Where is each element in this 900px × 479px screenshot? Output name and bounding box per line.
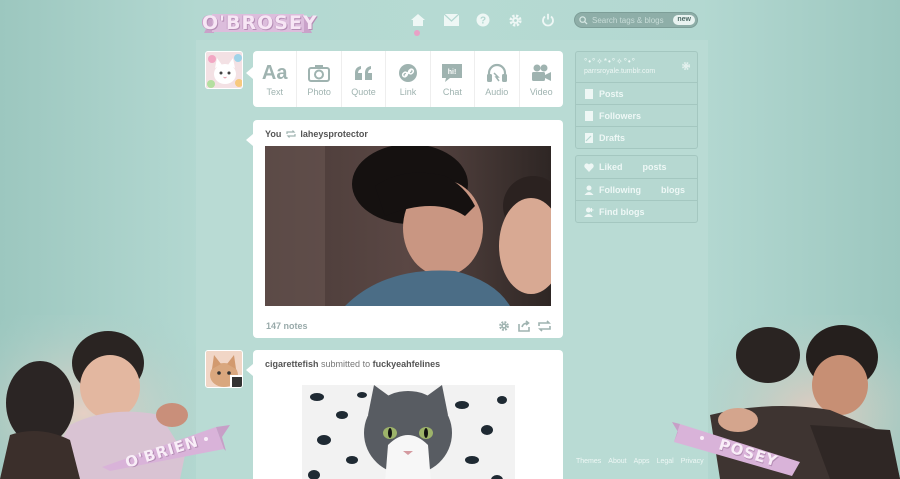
video-icon — [532, 64, 552, 81]
quote-icon — [354, 66, 372, 80]
post-author-avatar[interactable] — [205, 350, 243, 388]
post-type-text[interactable]: Aa Text — [253, 51, 298, 107]
post-photo[interactable] — [265, 146, 551, 306]
post-type-photo[interactable]: Photo — [297, 51, 342, 107]
post-type-link[interactable]: Link — [386, 51, 431, 107]
post-type-audio[interactable]: Audio — [475, 51, 520, 107]
search-input[interactable] — [592, 15, 676, 25]
footer-link-apps[interactable]: Apps — [634, 458, 650, 465]
reblog-icon — [286, 130, 296, 138]
gear-icon[interactable] — [505, 11, 525, 29]
post-controls — [498, 320, 551, 332]
document-icon — [584, 132, 594, 143]
sidebar-item-label: Drafts — [599, 132, 626, 143]
user-avatar[interactable] — [205, 51, 243, 89]
home-icon[interactable] — [408, 11, 428, 29]
blog-url: parrsroyale.tumblr.com — [584, 68, 656, 75]
sidebar-item-following[interactable]: Following blogs — [576, 178, 697, 200]
sidebar-item-label: Posts — [599, 88, 624, 99]
account-menu: Liked posts Following blogs Find blogs — [575, 155, 698, 223]
post-type-label: Chat — [442, 87, 462, 97]
post-type-label: Text — [266, 87, 283, 97]
sidebar-item-label: Followers — [599, 110, 642, 121]
sidebar-item-suffix: blogs — [661, 184, 685, 195]
mail-icon[interactable] — [441, 11, 461, 29]
post-type-label: Link — [399, 87, 417, 97]
post-photo[interactable] — [302, 385, 515, 479]
gear-icon[interactable] — [681, 61, 691, 71]
blog-name: °•°✧*•°✧°•° — [584, 57, 636, 66]
post-type-label: Video — [529, 87, 553, 97]
post-connector: submitted to — [321, 359, 371, 369]
post-type-bar: Aa Text Photo Quote Link hi! Chat Audio … — [246, 51, 563, 107]
svg-text:hi!: hi! — [448, 69, 457, 76]
logo[interactable]: O'BROSEY — [202, 9, 318, 37]
blog-menu: °•°✧*•°✧°•° parrsroyale.tumblr.com Posts… — [575, 51, 698, 149]
sidebar-item-liked[interactable]: Liked posts — [576, 156, 697, 178]
sidebar-item-label: Liked — [599, 162, 623, 172]
new-badge: new — [673, 15, 695, 25]
camera-icon — [308, 65, 331, 82]
sidebar-item-posts[interactable]: Posts — [576, 82, 697, 104]
reblog-source[interactable]: laheysprotector — [300, 129, 368, 139]
heart-icon — [584, 162, 594, 172]
active-indicator — [414, 30, 420, 36]
sidebar-item-label: Following — [599, 184, 641, 195]
post-type-label: Quote — [351, 87, 376, 97]
post-target-blog[interactable]: fuckyeahfelines — [373, 359, 441, 369]
post-header: cigarettefish submitted to fuckyeahfelin… — [265, 359, 440, 369]
link-icon — [398, 64, 417, 82]
logo-text: O'BROSEY — [202, 12, 318, 34]
help-icon[interactable]: ? — [473, 11, 493, 29]
text-icon: Aa — [261, 61, 288, 84]
document-icon — [584, 110, 594, 121]
search-bar[interactable]: new — [574, 12, 698, 28]
sidebar-item-suffix: posts — [642, 162, 667, 172]
post-type-quote[interactable]: Quote — [342, 51, 387, 107]
post-type-video[interactable]: Video — [520, 51, 563, 107]
sidebar-item-find-blogs[interactable]: Find blogs — [576, 200, 697, 222]
sidebar-item-drafts[interactable]: Drafts — [576, 126, 697, 148]
post-author[interactable]: You — [265, 129, 281, 139]
footer-link-about[interactable]: About — [608, 458, 626, 465]
sidebar-item-followers[interactable]: Followers — [576, 104, 697, 126]
person-icon — [584, 185, 594, 195]
search-icon — [579, 15, 588, 25]
footer-link-themes[interactable]: Themes — [576, 458, 601, 465]
sidebar-item-label: Find blogs — [599, 206, 645, 217]
post-author[interactable]: cigarettefish — [265, 359, 319, 369]
ribbon-right: POSEY — [672, 418, 807, 476]
notes-count[interactable]: 147 notes — [266, 321, 308, 331]
post-card: cigarettefish submitted to fuckyeahfelin… — [246, 350, 563, 479]
svg-text:?: ? — [480, 16, 486, 27]
person-add-icon — [584, 207, 594, 217]
ribbon-left: O'BRIEN — [96, 423, 231, 473]
post-type-chat[interactable]: hi! Chat — [431, 51, 476, 107]
document-icon — [584, 88, 594, 99]
gear-icon[interactable] — [498, 320, 510, 332]
post-card: You laheysprotector 147 notes — [246, 120, 563, 338]
post-header: You laheysprotector — [265, 129, 368, 139]
reblog-icon[interactable] — [538, 320, 551, 332]
post-type-label: Audio — [485, 87, 509, 97]
post-type-label: Photo — [307, 87, 331, 97]
power-icon[interactable] — [538, 11, 558, 29]
chat-icon: hi! — [442, 64, 463, 82]
headphones-icon — [486, 63, 507, 82]
blog-header[interactable]: °•°✧*•°✧°•° parrsroyale.tumblr.com — [576, 52, 697, 82]
share-icon[interactable] — [518, 320, 530, 332]
